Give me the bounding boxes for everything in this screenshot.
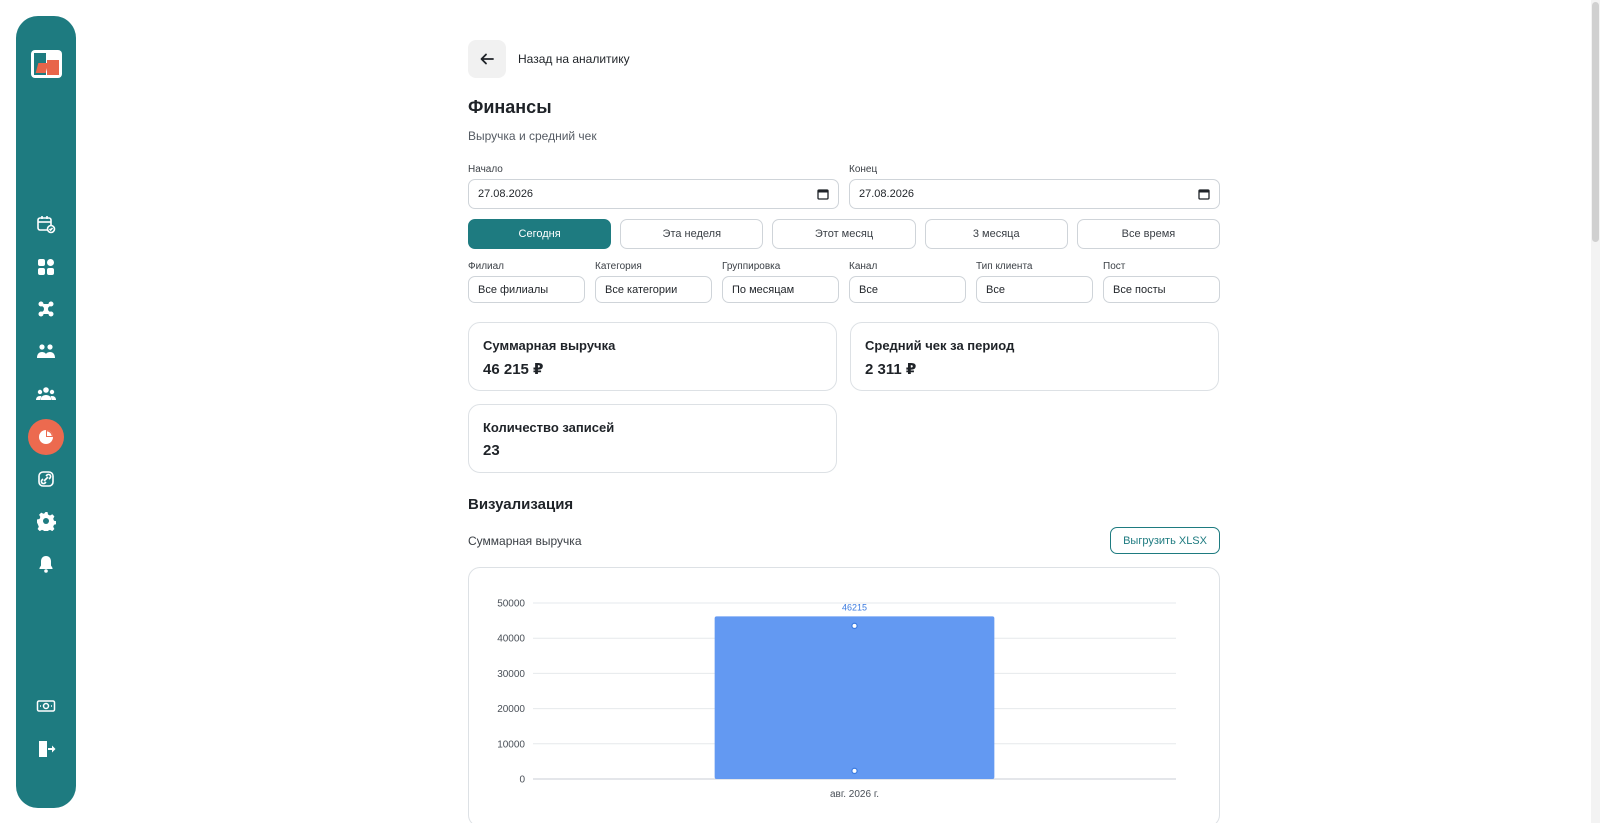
end-date-label: Конец [849, 164, 878, 175]
period-3-months-button[interactable]: 3 месяца [924, 219, 1068, 249]
period-selector: Сегодня Эта неделя Этот месяц 3 месяца В… [468, 219, 1221, 249]
logout-icon[interactable] [28, 731, 64, 767]
y-tick-label: 40000 [497, 634, 525, 645]
back-link[interactable]: Назад на аналитику [518, 52, 630, 66]
post-filter-select[interactable]: Все посты [1103, 276, 1220, 303]
period-month-button[interactable]: Этот месяц [772, 219, 916, 249]
sidebar [16, 16, 76, 808]
main-content: Назад на аналитику Финансы Выручка и сре… [468, 40, 1221, 823]
app-logo[interactable] [31, 50, 62, 78]
post-filter-label: Пост [1103, 261, 1126, 272]
apps-grid-icon[interactable] [28, 249, 64, 285]
y-tick-label: 50000 [497, 599, 525, 610]
arrow-left-icon [480, 53, 494, 65]
start-date-input[interactable]: 27.08.2026 [468, 179, 839, 209]
pie-chart-icon[interactable] [28, 419, 64, 455]
category-filter-select[interactable]: Все категории [595, 276, 712, 303]
link-icon[interactable] [28, 461, 64, 497]
users-group-icon[interactable] [28, 376, 64, 412]
handshake-icon[interactable] [28, 334, 64, 370]
team-network-icon[interactable] [28, 291, 64, 327]
bell-icon[interactable] [28, 546, 64, 582]
end-date-value: 27.08.2026 [859, 188, 915, 200]
page-subtitle: Выручка и средний чек [468, 129, 597, 143]
back-button[interactable] [468, 40, 506, 78]
channel-filter-label: Канал [849, 261, 878, 272]
records-count-value: 23 [483, 442, 500, 459]
records-count-label: Количество записей [483, 420, 615, 435]
end-date-input[interactable]: 27.08.2026 [849, 179, 1220, 209]
calendar-icon[interactable] [817, 188, 829, 200]
y-tick-label: 30000 [497, 669, 525, 680]
calendar-check-icon[interactable] [28, 206, 64, 242]
cash-icon[interactable] [28, 688, 64, 724]
grouping-filter-label: Группировка [722, 261, 781, 272]
bar-data-label: 46215 [842, 602, 867, 612]
x-tick-label: авг. 2026 г. [830, 789, 879, 800]
channel-filter-select[interactable]: Все [849, 276, 966, 303]
period-all-time-button[interactable]: Все время [1076, 219, 1221, 249]
start-date-label: Начало [468, 164, 503, 175]
revenue-chart-svg: 0 10000 20000 30000 40000 50000 46215 авг. 2026… [497, 599, 1176, 800]
revenue-value: 46 215 ₽ [483, 361, 544, 378]
avg-check-label: Средний чек за период [865, 338, 1015, 353]
period-week-button[interactable]: Эта неделя [620, 219, 764, 249]
revenue-chart: 0 10000 20000 30000 40000 50000 46215 авг. 2026… [468, 567, 1220, 823]
start-date-value: 27.08.2026 [478, 188, 534, 200]
y-tick-label: 0 [519, 775, 525, 786]
filters: Филиал Все филиалы Категория Все категор… [468, 261, 1220, 303]
records-count-card: Количество записей 23 [468, 404, 837, 473]
category-filter-label: Категория [595, 261, 642, 272]
branch-filter-select[interactable]: Все филиалы [468, 276, 585, 303]
visualization-title: Визуализация [468, 496, 574, 513]
line-series-point [851, 767, 858, 775]
grouping-filter-select[interactable]: По месяцам [722, 276, 839, 303]
client-type-filter-label: Тип клиента [976, 261, 1033, 272]
page-scrollbar[interactable] [1591, 0, 1600, 823]
export-xlsx-button[interactable]: Выгрузить XLSX [1110, 527, 1220, 554]
gear-icon[interactable] [28, 503, 64, 539]
y-tick-label: 20000 [497, 704, 525, 715]
branch-filter-label: Филиал [468, 261, 505, 272]
scrollbar-thumb[interactable] [1592, 2, 1599, 242]
avg-check-card: Средний чек за период 2 311 ₽ [850, 322, 1219, 391]
calendar-icon[interactable] [1198, 188, 1210, 200]
y-tick-label: 10000 [497, 739, 525, 750]
page-title: Финансы [468, 97, 552, 117]
period-today-button[interactable]: Сегодня [468, 219, 612, 249]
line-series-point [851, 622, 858, 630]
chart-subtitle: Суммарная выручка [468, 533, 582, 548]
revenue-label: Суммарная выручка [483, 338, 616, 353]
avg-check-value: 2 311 ₽ [865, 361, 917, 378]
revenue-card: Суммарная выручка 46 215 ₽ [468, 322, 837, 391]
chart-bar [714, 616, 995, 779]
client-type-filter-select[interactable]: Все [976, 276, 1093, 303]
